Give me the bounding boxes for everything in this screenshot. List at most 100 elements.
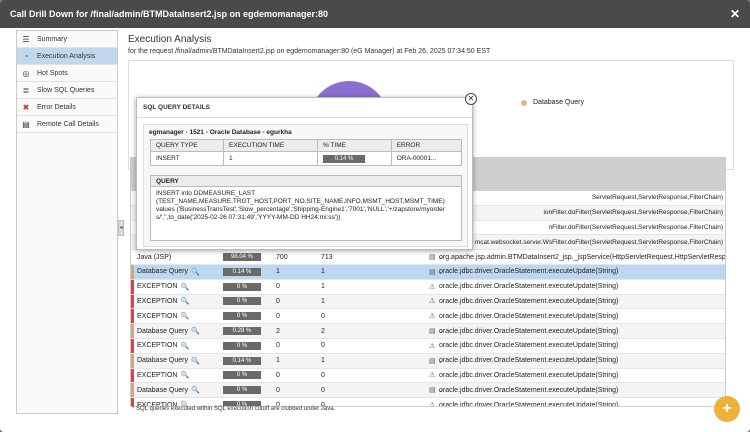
row-type-cell: EXCEPTION 🔍 bbox=[137, 371, 217, 380]
sidebar-item-slow-sql-queries[interactable]: ≣ Slow SQL Queries bbox=[17, 82, 117, 99]
collapse-sidebar-handle[interactable]: ◂ bbox=[118, 220, 124, 236]
sidebar-item-hot-spots[interactable]: ◎ Hot Spots bbox=[17, 65, 117, 82]
sidebar-item-summary[interactable]: ☰ Summary bbox=[17, 31, 117, 48]
stack-trace: mcat.websocket.server.WsFilter.doFilter(… bbox=[474, 238, 723, 246]
count-value: 1 bbox=[276, 357, 280, 365]
row-type: Java (JSP) bbox=[137, 253, 172, 261]
table-row[interactable]: Java (JSP) 98.04 % 700 713 ▤ ⌄ org.apache.jsp… bbox=[131, 250, 725, 265]
sidebar-item-label: Execution Analysis bbox=[37, 52, 96, 60]
row-type-cell: Database Query 🔍 bbox=[137, 386, 217, 395]
popup-title: SQL QUERY DETAILS bbox=[137, 98, 472, 118]
header-query-type: QUERY TYPE bbox=[149, 139, 225, 152]
stack-trace: ServletRequest,ServletResponse,FilterCha… bbox=[591, 194, 723, 202]
stack-trace: oracle.jdbc.driver.OracleStatement.execu… bbox=[439, 386, 619, 394]
row-type-cell: Database Query 🔍 bbox=[137, 268, 217, 276]
sql-query-details-popup: SQL QUERY DETAILS ✕ egmanager - 1521 - O… bbox=[136, 93, 477, 250]
legend-swatch bbox=[521, 99, 527, 106]
magnifier-icon[interactable]: 🔍 bbox=[191, 268, 200, 276]
row-type-marker bbox=[131, 383, 134, 398]
magnifier-icon[interactable]: 🔍 bbox=[180, 371, 189, 379]
count-value: 0 bbox=[276, 342, 280, 350]
row-type: EXCEPTION bbox=[137, 371, 178, 379]
row-type-cell: Database Query 🔍 bbox=[137, 327, 217, 336]
header-percent-time: % TIME bbox=[316, 139, 392, 152]
row-type: Database Query bbox=[137, 386, 188, 394]
row-type-marker bbox=[131, 294, 134, 309]
pie-chart-icon: ◔ bbox=[23, 51, 29, 61]
table-row[interactable]: Database Query 🔍 0.28 % 2 2 ▤ ⌄ oracle.jdbc.dr… bbox=[131, 324, 725, 339]
count-value: 700 bbox=[276, 253, 288, 261]
error-value: ORA-00001... bbox=[390, 151, 463, 166]
table-row[interactable]: EXCEPTION 🔍 0 % 0 1 ⚠ oracle.jdbc.driver.Oracl… bbox=[131, 294, 725, 310]
query-text: INSERT into DDMEASURE_LAST (TEST_NAME,ME… bbox=[156, 190, 445, 221]
table-row[interactable]: EXCEPTION 🔍 0 % 0 0 ⚠ oracle.jdbc.driver.Oracl… bbox=[131, 368, 725, 384]
magnifier-icon[interactable]: 🔍 bbox=[180, 297, 189, 305]
count-value: 0 bbox=[276, 297, 280, 305]
query-type-value: INSERT bbox=[149, 151, 225, 166]
table-row[interactable]: Database Query 🔍 0.14 % 1 1 ▤ ⌄ oracle.jdbc.dr… bbox=[131, 353, 725, 369]
sidebar-item-label: Summary bbox=[37, 35, 67, 43]
stack-trace: oracle.jdbc.driver.OracleStatement.execu… bbox=[439, 312, 619, 320]
popup-close-icon[interactable]: ✕ bbox=[465, 93, 477, 105]
zoom-in-icon[interactable]: + bbox=[714, 396, 740, 422]
database-icon: ≣ bbox=[22, 85, 30, 95]
document-icon: ▤ bbox=[22, 119, 30, 129]
stack-trace: oracle.jdbc.driver.OracleStatement.execu… bbox=[439, 327, 619, 335]
percent-bar: 0 % bbox=[223, 341, 261, 350]
stack-trace: oracle.jdbc.driver.OracleStatement.execu… bbox=[439, 401, 619, 407]
percent-time-cell: 0.14 % bbox=[316, 151, 392, 166]
sidebar-item-label: Remote Call Details bbox=[37, 120, 99, 128]
chart-legend: Database Query bbox=[521, 99, 584, 106]
warning-icon: ⚠ bbox=[429, 298, 436, 306]
magnifier-icon[interactable]: 🔍 bbox=[191, 386, 200, 394]
row-type-cell: EXCEPTION 🔍 bbox=[137, 312, 217, 321]
time-value: 0 bbox=[321, 312, 325, 320]
dialog-title: Call Drill Down for /final/admin/BTMData… bbox=[10, 9, 329, 19]
table-row[interactable]: EXCEPTION 🔍 0 % 0 0 ⚠ oracle.jdbc.driver.Oracl… bbox=[131, 309, 725, 325]
stack-trace: ionFilter.doFilter(ServletRequest,Servle… bbox=[543, 209, 723, 217]
warning-icon: ⚠ bbox=[429, 313, 436, 321]
percent-bar: 0 % bbox=[223, 386, 261, 395]
time-value: 1 bbox=[321, 268, 325, 276]
time-value: 0 bbox=[321, 342, 325, 350]
magnifier-icon[interactable]: 🔍 bbox=[180, 312, 189, 320]
table-row[interactable]: EXCEPTION 🔍 0 % 0 1 ⚠ oracle.jdbc.driver.Oracl… bbox=[131, 279, 725, 295]
percent-bar: 0 % bbox=[223, 312, 261, 321]
drill-down-dialog: Call Drill Down for /final/admin/BTMData… bbox=[0, 0, 750, 432]
close-icon[interactable]: ✕ bbox=[728, 7, 742, 21]
time-value: 1 bbox=[321, 357, 325, 365]
time-value: 713 bbox=[321, 253, 333, 261]
percent-bar: 0 % bbox=[223, 371, 261, 380]
sidebar-item-error-details[interactable]: ✖ Error Details bbox=[17, 99, 117, 116]
magnifier-icon[interactable]: 🔍 bbox=[180, 283, 189, 291]
table-row[interactable]: Database Query 🔍 0 % 0 0 ▤ ⌄ oracle.jdbc.drive… bbox=[131, 383, 725, 399]
sidebar-item-label: Slow SQL Queries bbox=[37, 86, 95, 94]
magnifier-icon[interactable]: 🔍 bbox=[191, 327, 200, 335]
count-value: 2 bbox=[276, 327, 280, 335]
database-name: egmanager - 1521 - Oracle Database - egu… bbox=[149, 128, 292, 136]
percent-bar: 98.04 % bbox=[223, 253, 261, 262]
sidebar-item-remote-call-details[interactable]: ▤ Remote Call Details bbox=[17, 116, 117, 133]
count-value: 0 bbox=[276, 312, 280, 320]
stack-trace: oracle.jdbc.driver.OracleStatement.execu… bbox=[439, 283, 619, 291]
time-value: 1 bbox=[321, 297, 325, 305]
sidebar-item-execution-analysis[interactable]: ◔ Execution Analysis bbox=[17, 48, 117, 65]
magnifier-icon[interactable]: 🔍 bbox=[191, 357, 200, 365]
row-type-marker bbox=[131, 264, 134, 279]
percent-bar: 0.28 % bbox=[223, 327, 261, 336]
row-type-marker bbox=[131, 338, 134, 353]
stack-trace: oracle.jdbc.driver.OracleStatement.execu… bbox=[439, 357, 619, 365]
row-type-cell: Database Query 🔍 bbox=[137, 357, 217, 365]
target-icon: ◎ bbox=[22, 68, 30, 78]
warning-icon: ⚠ bbox=[429, 342, 436, 350]
table-row[interactable]: EXCEPTION 🔍 0 % 0 0 ⚠ oracle.jdbc.driver.Oracl… bbox=[131, 338, 725, 354]
row-type-marker bbox=[131, 279, 134, 294]
stack-trace: oracle.jdbc.driver.OracleStatement.execu… bbox=[439, 342, 619, 350]
row-type: Database Query bbox=[137, 327, 188, 335]
execution-time-value: 1 bbox=[223, 151, 318, 166]
percent-time-value: 0.14 % bbox=[322, 154, 365, 163]
magnifier-icon[interactable]: 🔍 bbox=[180, 342, 189, 350]
row-type-marker bbox=[131, 353, 134, 368]
count-value: 0 bbox=[276, 371, 280, 379]
table-row[interactable]: Database Query 🔍 0.14 % 1 1 ▤ ⌄ oracle.jdbc.dr… bbox=[131, 264, 725, 280]
